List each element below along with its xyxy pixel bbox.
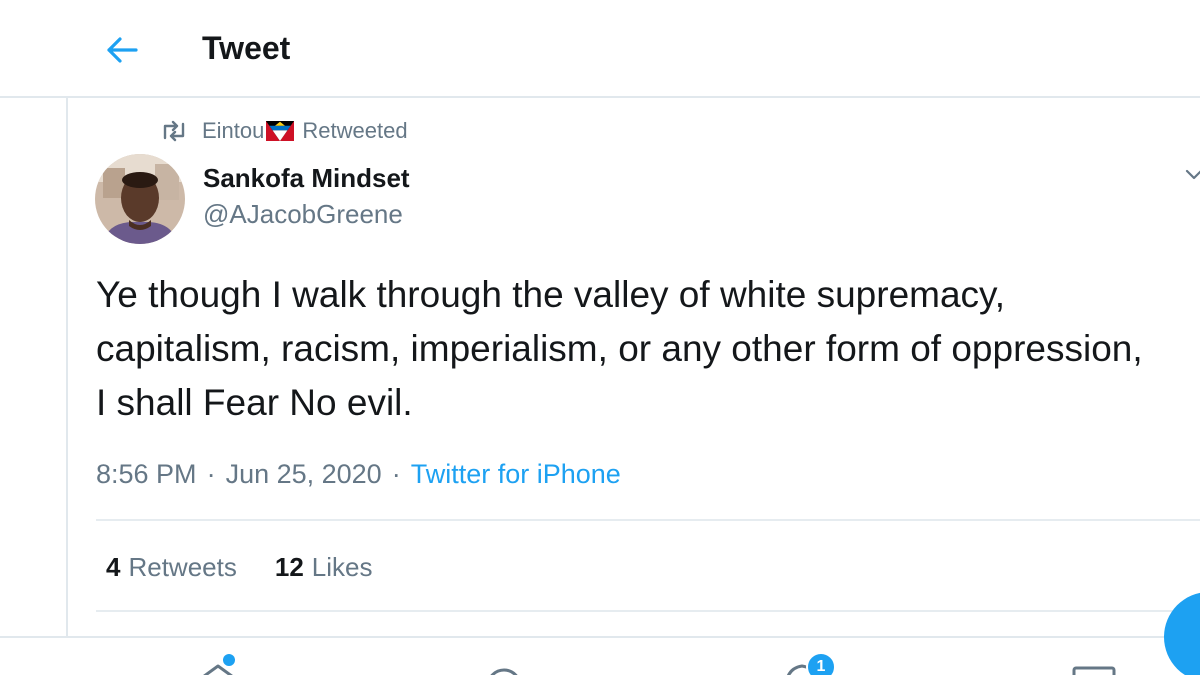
retweeted-label: Retweeted bbox=[302, 118, 408, 143]
retweets-stat[interactable]: 4 Retweets bbox=[106, 550, 237, 584]
tweet-meta: 8:56 PM · Jun 25, 2020 · Twitter for iPhone bbox=[96, 456, 621, 492]
divider bbox=[96, 610, 1200, 612]
tweet-time: 8:56 PM bbox=[96, 459, 197, 489]
likes-stat[interactable]: 12 Likes bbox=[275, 550, 373, 584]
retweeter-name: Eintou bbox=[202, 118, 265, 143]
tweet-text: Ye though I walk through the valley of w… bbox=[96, 274, 1143, 423]
meta-separator: · bbox=[391, 459, 401, 489]
author-name[interactable]: Sankofa Mindset bbox=[203, 162, 410, 194]
engagement-stats: 4 Retweets 12 Likes bbox=[106, 550, 410, 584]
bottom-nav bbox=[0, 636, 1200, 675]
likes-label: Likes bbox=[311, 552, 373, 582]
avatar[interactable] bbox=[95, 154, 185, 244]
tweet-detail-screen: Tweet Eintou Retweeted Sankofa Mindset @… bbox=[0, 0, 1200, 675]
mail-icon[interactable] bbox=[1072, 666, 1116, 675]
likes-count: 12 bbox=[274, 552, 304, 582]
divider bbox=[96, 519, 1200, 521]
home-icon[interactable] bbox=[192, 662, 244, 675]
meta-separator: · bbox=[206, 459, 216, 489]
page-title: Tweet bbox=[202, 30, 291, 66]
tweet-date: Jun 25, 2020 bbox=[225, 459, 382, 489]
tweet-source-link[interactable]: Twitter for iPhone bbox=[411, 459, 621, 489]
antigua-barbuda-flag-icon bbox=[266, 121, 295, 141]
search-icon[interactable] bbox=[482, 664, 526, 675]
notifications-badge: 1 bbox=[806, 652, 836, 675]
avatar-photo bbox=[95, 154, 185, 244]
home-new-indicator bbox=[223, 654, 235, 666]
chevron-down-icon[interactable] bbox=[1184, 164, 1200, 184]
arrow-left-icon bbox=[107, 37, 138, 63]
back-button[interactable] bbox=[96, 24, 148, 76]
top-bar: Tweet bbox=[0, 0, 1200, 98]
column-border bbox=[66, 98, 68, 638]
author-handle[interactable]: @AJacobGreene bbox=[203, 198, 403, 230]
retweets-label: Retweets bbox=[128, 552, 237, 582]
retweets-count: 4 bbox=[106, 552, 121, 582]
retweet-context[interactable]: Eintou Retweeted bbox=[160, 116, 408, 146]
retweet-icon bbox=[163, 120, 185, 142]
